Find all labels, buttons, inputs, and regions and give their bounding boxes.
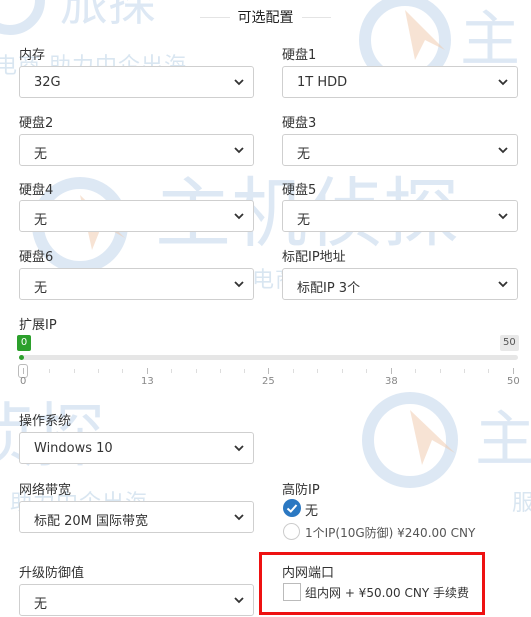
disk4-value: 无	[34, 213, 48, 228]
bandwidth-label: 网络带宽	[19, 483, 72, 498]
disk5-select[interactable]: 无	[282, 200, 518, 232]
section-title: 可选配置	[229, 7, 302, 27]
extend-ip-label: 扩展IP	[19, 318, 57, 333]
ip-address-value: 标配IP 3个	[297, 281, 361, 296]
bandwidth-value: 标配 20M 国际带宽	[34, 514, 149, 529]
slider-max-value: 50	[500, 335, 519, 351]
disk1-label: 硬盘1	[282, 48, 317, 63]
chevron-down-icon	[234, 213, 244, 220]
memory-label: 内存	[19, 48, 46, 63]
intranet-port-option-label: 组内网 + ¥50.00 CNY 手续费	[305, 586, 469, 600]
check-icon	[286, 504, 298, 513]
disk2-select[interactable]: 无	[19, 134, 254, 166]
chevron-down-icon	[498, 147, 508, 154]
radio-option-1ip-label: 1个IP(10G防御) ¥240.00 CNY	[305, 526, 476, 540]
os-select[interactable]: Windows 10	[19, 432, 254, 464]
disk1-select[interactable]: 1T HDD	[282, 66, 518, 98]
os-label: 操作系统	[19, 414, 72, 429]
disk4-label: 硬盘4	[19, 183, 54, 198]
slider-tick-label: 25	[262, 376, 275, 387]
os-value: Windows 10	[34, 441, 113, 456]
chevron-down-icon	[234, 597, 244, 604]
chevron-down-icon	[234, 79, 244, 86]
disk4-select[interactable]: 无	[19, 200, 254, 232]
radio-option-none[interactable]	[283, 499, 301, 517]
bandwidth-select[interactable]: 标配 20M 国际带宽	[19, 501, 254, 533]
disk6-value: 无	[34, 281, 48, 296]
disk5-label: 硬盘5	[282, 183, 317, 198]
disk6-label: 硬盘6	[19, 250, 54, 265]
disk2-label: 硬盘2	[19, 116, 54, 131]
high-defense-ip-label: 高防IP	[282, 483, 320, 498]
slider-tick-label: 13	[141, 376, 154, 387]
slider-tick-label: 38	[385, 376, 398, 387]
watermark-logo-mid-right: 主	[345, 385, 531, 495]
slider-current-value: 0	[17, 335, 31, 351]
radio-option-1ip[interactable]	[283, 523, 300, 540]
ip-address-select[interactable]: 标配IP 3个	[282, 268, 518, 300]
ddos-upgrade-value: 无	[34, 597, 48, 612]
watermark-text-right: 服	[512, 491, 531, 516]
chevron-down-icon	[234, 281, 244, 288]
memory-value: 32G	[34, 75, 61, 90]
disk2-value: 无	[34, 147, 48, 162]
disk3-select[interactable]: 无	[282, 134, 518, 166]
disk3-label: 硬盘3	[282, 116, 317, 131]
svg-text:主: 主	[475, 405, 531, 475]
memory-select[interactable]: 32G	[19, 66, 254, 98]
intranet-port-checkbox[interactable]	[283, 583, 301, 601]
ddos-upgrade-select[interactable]: 无	[19, 584, 254, 616]
section-header: 可选配置	[0, 6, 531, 28]
disk5-value: 无	[297, 213, 311, 228]
slider-fill	[19, 355, 24, 360]
ip-address-label: 标配IP地址	[282, 250, 346, 265]
chevron-down-icon	[498, 281, 508, 288]
chevron-down-icon	[498, 213, 508, 220]
slider-tick-label: 0	[20, 376, 27, 387]
disk6-select[interactable]: 无	[19, 268, 254, 300]
chevron-down-icon	[234, 514, 244, 521]
ddos-upgrade-label: 升级防御值	[19, 566, 85, 581]
chevron-down-icon	[234, 147, 244, 154]
intranet-port-label: 内网端口	[282, 566, 335, 581]
radio-option-none-label: 无	[305, 504, 319, 519]
slider-track[interactable]	[19, 355, 518, 360]
disk3-value: 无	[297, 147, 311, 162]
chevron-down-icon	[498, 79, 508, 86]
disk1-value: 1T HDD	[297, 75, 348, 90]
chevron-down-icon	[234, 445, 244, 452]
slider-tick-label: 50	[507, 376, 520, 387]
